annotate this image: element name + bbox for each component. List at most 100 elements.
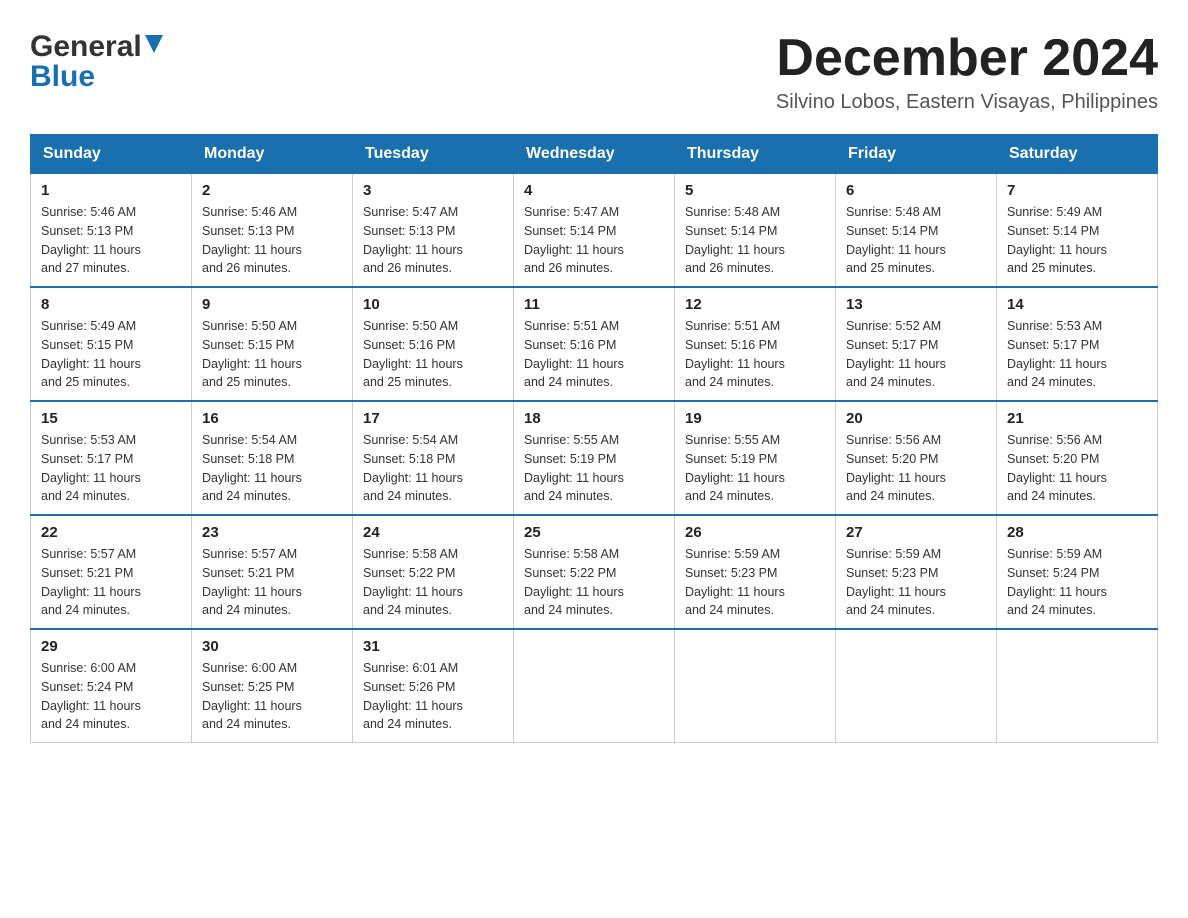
calendar-cell: 24 Sunrise: 5:58 AMSunset: 5:22 PMDayligh… [353,515,514,629]
calendar-week-row: 1 Sunrise: 5:46 AMSunset: 5:13 PMDaylight… [31,174,1158,288]
day-number: 31 [363,638,503,655]
day-number: 9 [202,296,342,313]
day-number: 11 [524,296,664,313]
calendar-location: Silvino Lobos, Eastern Visayas, Philippi… [776,91,1158,114]
day-number: 14 [1007,296,1147,313]
day-info: Sunrise: 5:49 AMSunset: 5:14 PMDaylight:… [1007,203,1147,278]
day-number: 1 [41,182,181,199]
calendar-cell: 11 Sunrise: 5:51 AMSunset: 5:16 PMDayligh… [514,287,675,401]
day-number: 18 [524,410,664,427]
calendar-cell [514,629,675,743]
logo-triangle-icon [145,35,163,53]
day-number: 22 [41,524,181,541]
day-info: Sunrise: 5:47 AMSunset: 5:13 PMDaylight:… [363,203,503,278]
day-number: 26 [685,524,825,541]
page-header: General Blue December 2024 Silvino Lobos… [30,30,1158,114]
day-number: 3 [363,182,503,199]
title-block: December 2024 Silvino Lobos, Eastern Vis… [776,30,1158,114]
calendar-cell: 8 Sunrise: 5:49 AMSunset: 5:15 PMDaylight… [31,287,192,401]
calendar-cell: 29 Sunrise: 6:00 AMSunset: 5:24 PMDayligh… [31,629,192,743]
day-info: Sunrise: 5:51 AMSunset: 5:16 PMDaylight:… [524,317,664,392]
day-info: Sunrise: 5:54 AMSunset: 5:18 PMDaylight:… [363,431,503,506]
day-info: Sunrise: 5:58 AMSunset: 5:22 PMDaylight:… [524,545,664,620]
calendar-cell: 20 Sunrise: 5:56 AMSunset: 5:20 PMDayligh… [836,401,997,515]
calendar-cell: 30 Sunrise: 6:00 AMSunset: 5:25 PMDayligh… [192,629,353,743]
day-number: 12 [685,296,825,313]
day-info: Sunrise: 5:57 AMSunset: 5:21 PMDaylight:… [41,545,181,620]
day-info: Sunrise: 6:00 AMSunset: 5:25 PMDaylight:… [202,659,342,734]
day-info: Sunrise: 5:48 AMSunset: 5:14 PMDaylight:… [846,203,986,278]
day-info: Sunrise: 5:56 AMSunset: 5:20 PMDaylight:… [1007,431,1147,506]
day-number: 5 [685,182,825,199]
calendar-cell: 27 Sunrise: 5:59 AMSunset: 5:23 PMDayligh… [836,515,997,629]
logo: General Blue [30,30,163,94]
day-number: 7 [1007,182,1147,199]
weekday-header-monday: Monday [192,135,353,174]
day-number: 6 [846,182,986,199]
day-info: Sunrise: 5:53 AMSunset: 5:17 PMDaylight:… [1007,317,1147,392]
calendar-table: SundayMondayTuesdayWednesdayThursdayFrid… [30,134,1158,743]
weekday-header-sunday: Sunday [31,135,192,174]
calendar-cell: 22 Sunrise: 5:57 AMSunset: 5:21 PMDayligh… [31,515,192,629]
day-number: 21 [1007,410,1147,427]
day-number: 30 [202,638,342,655]
day-info: Sunrise: 6:00 AMSunset: 5:24 PMDaylight:… [41,659,181,734]
day-info: Sunrise: 5:59 AMSunset: 5:23 PMDaylight:… [685,545,825,620]
calendar-week-row: 22 Sunrise: 5:57 AMSunset: 5:21 PMDayligh… [31,515,1158,629]
calendar-cell [675,629,836,743]
day-number: 24 [363,524,503,541]
weekday-header-friday: Friday [836,135,997,174]
day-info: Sunrise: 5:59 AMSunset: 5:24 PMDaylight:… [1007,545,1147,620]
calendar-cell: 9Sunrise: 5:50 AMSunset: 5:15 PMDaylight… [192,287,353,401]
day-number: 20 [846,410,986,427]
calendar-cell: 4Sunrise: 5:47 AMSunset: 5:14 PMDaylight… [514,174,675,288]
day-info: Sunrise: 5:48 AMSunset: 5:14 PMDaylight:… [685,203,825,278]
day-info: Sunrise: 5:52 AMSunset: 5:17 PMDaylight:… [846,317,986,392]
calendar-cell: 10Sunrise: 5:50 AMSunset: 5:16 PMDayligh… [353,287,514,401]
day-info: Sunrise: 5:55 AMSunset: 5:19 PMDaylight:… [685,431,825,506]
calendar-cell: 2 Sunrise: 5:46 AMSunset: 5:13 PMDaylight… [192,174,353,288]
day-info: Sunrise: 6:01 AMSunset: 5:26 PMDaylight:… [363,659,503,734]
calendar-cell: 25 Sunrise: 5:58 AMSunset: 5:22 PMDayligh… [514,515,675,629]
calendar-cell: 19 Sunrise: 5:55 AMSunset: 5:19 PMDayligh… [675,401,836,515]
day-info: Sunrise: 5:47 AMSunset: 5:14 PMDaylight:… [524,203,664,278]
calendar-cell: 6 Sunrise: 5:48 AMSunset: 5:14 PMDaylight… [836,174,997,288]
day-info: Sunrise: 5:51 AMSunset: 5:16 PMDaylight:… [685,317,825,392]
logo-blue-text: Blue [30,60,95,94]
day-info: Sunrise: 5:49 AMSunset: 5:15 PMDaylight:… [41,317,181,392]
calendar-cell: 28 Sunrise: 5:59 AMSunset: 5:24 PMDayligh… [997,515,1158,629]
calendar-cell: 1 Sunrise: 5:46 AMSunset: 5:13 PMDaylight… [31,174,192,288]
day-number: 17 [363,410,503,427]
calendar-cell: 12 Sunrise: 5:51 AMSunset: 5:16 PMDayligh… [675,287,836,401]
calendar-cell: 13Sunrise: 5:52 AMSunset: 5:17 PMDayligh… [836,287,997,401]
calendar-cell [997,629,1158,743]
weekday-header-row: SundayMondayTuesdayWednesdayThursdayFrid… [31,135,1158,174]
calendar-cell: 3 Sunrise: 5:47 AMSunset: 5:13 PMDaylight… [353,174,514,288]
day-number: 28 [1007,524,1147,541]
calendar-cell: 18 Sunrise: 5:55 AMSunset: 5:19 PMDayligh… [514,401,675,515]
calendar-cell: 16Sunrise: 5:54 AMSunset: 5:18 PMDayligh… [192,401,353,515]
calendar-cell: 14 Sunrise: 5:53 AMSunset: 5:17 PMDayligh… [997,287,1158,401]
day-info: Sunrise: 5:46 AMSunset: 5:13 PMDaylight:… [41,203,181,278]
day-number: 19 [685,410,825,427]
day-info: Sunrise: 5:59 AMSunset: 5:23 PMDaylight:… [846,545,986,620]
day-number: 23 [202,524,342,541]
day-info: Sunrise: 5:50 AMSunset: 5:16 PMDaylight:… [363,317,503,392]
day-info: Sunrise: 5:55 AMSunset: 5:19 PMDaylight:… [524,431,664,506]
day-info: Sunrise: 5:58 AMSunset: 5:22 PMDaylight:… [363,545,503,620]
calendar-week-row: 8 Sunrise: 5:49 AMSunset: 5:15 PMDaylight… [31,287,1158,401]
calendar-cell: 7 Sunrise: 5:49 AMSunset: 5:14 PMDaylight… [997,174,1158,288]
day-info: Sunrise: 5:57 AMSunset: 5:21 PMDaylight:… [202,545,342,620]
weekday-header-wednesday: Wednesday [514,135,675,174]
day-info: Sunrise: 5:53 AMSunset: 5:17 PMDaylight:… [41,431,181,506]
day-number: 27 [846,524,986,541]
day-number: 2 [202,182,342,199]
calendar-cell: 15 Sunrise: 5:53 AMSunset: 5:17 PMDayligh… [31,401,192,515]
day-number: 15 [41,410,181,427]
day-number: 8 [41,296,181,313]
day-info: Sunrise: 5:46 AMSunset: 5:13 PMDaylight:… [202,203,342,278]
day-number: 29 [41,638,181,655]
day-number: 25 [524,524,664,541]
weekday-header-thursday: Thursday [675,135,836,174]
day-info: Sunrise: 5:56 AMSunset: 5:20 PMDaylight:… [846,431,986,506]
